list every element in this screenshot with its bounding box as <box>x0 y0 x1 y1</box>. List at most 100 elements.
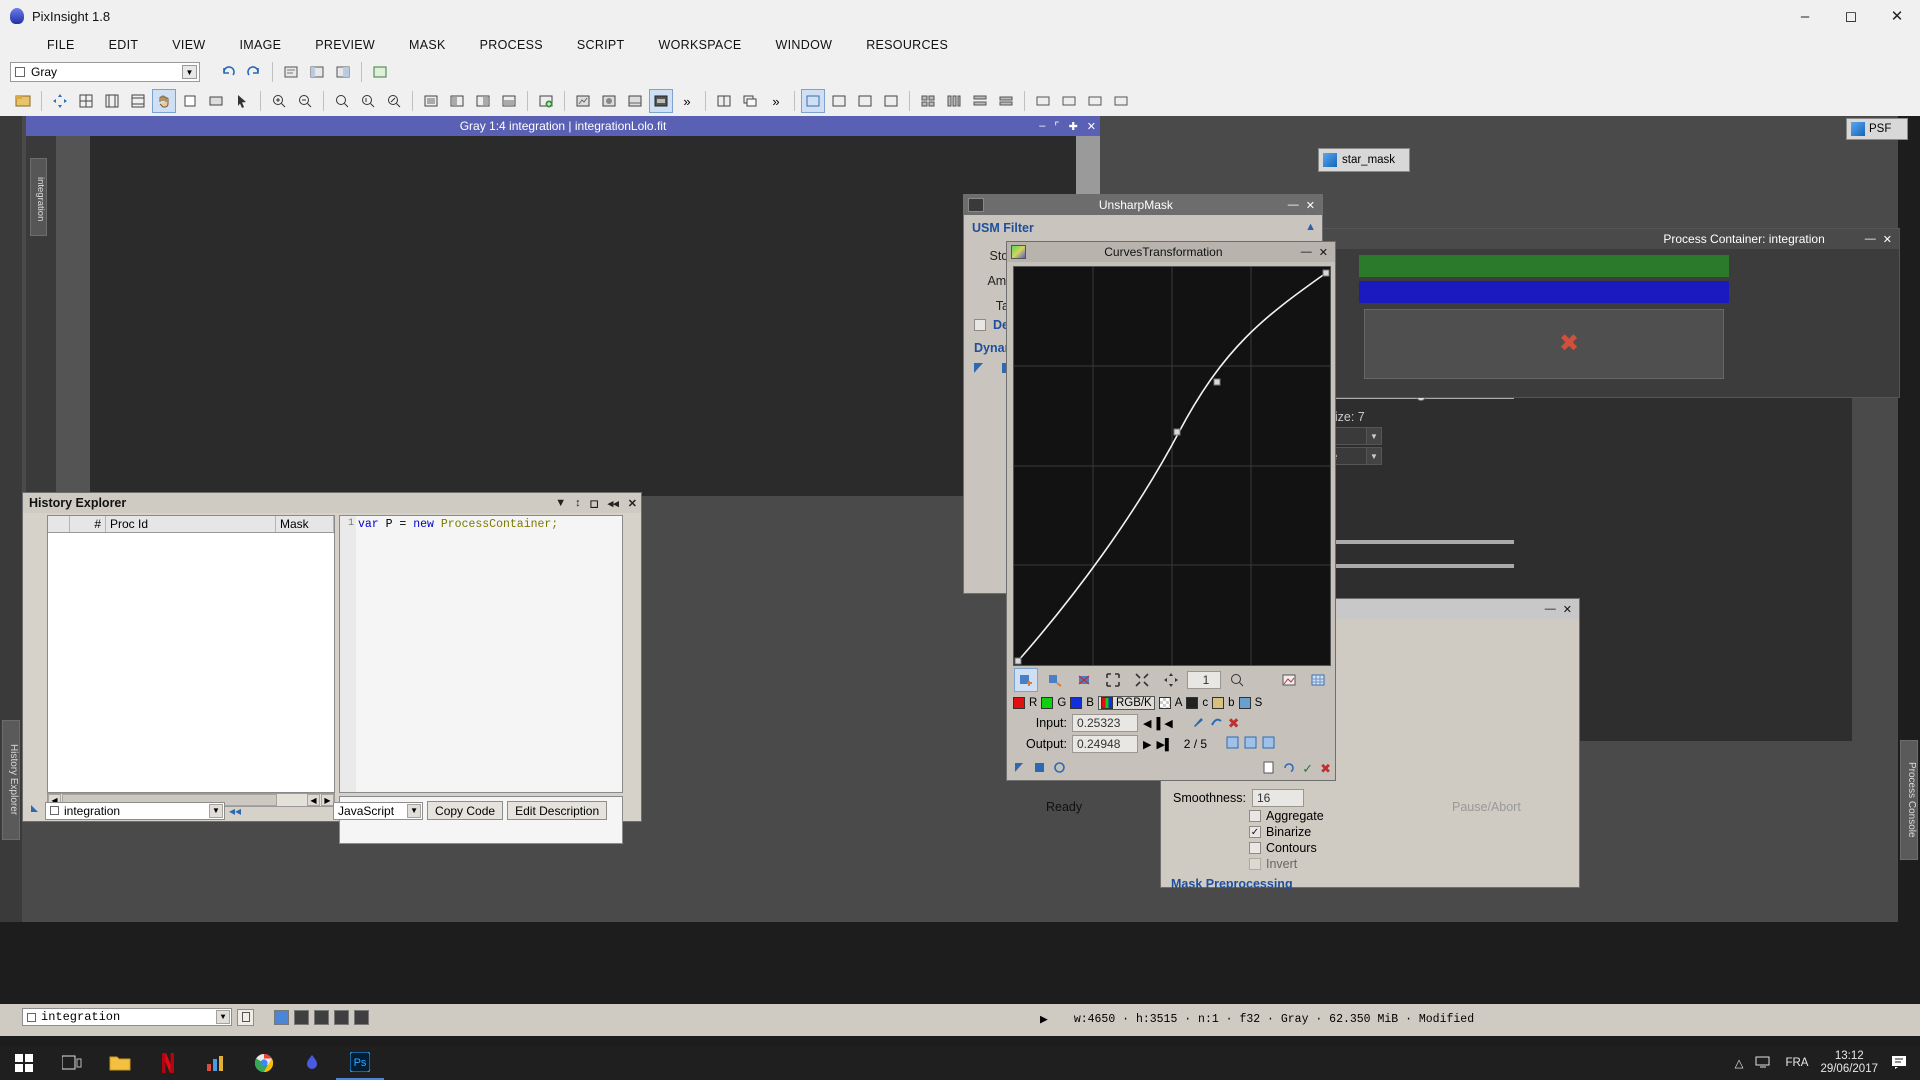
apply-triangle-icon[interactable] <box>972 361 986 378</box>
channel-ab-swatch[interactable] <box>1212 697 1225 709</box>
next-point-icon[interactable]: ▶ <box>1143 738 1151 751</box>
zoom-sel-icon[interactable] <box>382 89 406 113</box>
grid-toggle-icon[interactable] <box>1306 668 1330 692</box>
play-icon[interactable]: ▶ <box>1040 1012 1048 1027</box>
usm-float-icon[interactable]: — <box>1288 199 1299 211</box>
network-icon[interactable] <box>1755 1055 1773 1072</box>
curves-close-icon[interactable]: ✕ <box>1319 246 1328 259</box>
img-minimize-icon[interactable]: – <box>1039 120 1045 132</box>
menu-edit[interactable]: EDIT <box>92 32 156 58</box>
channel-r-swatch[interactable] <box>1013 697 1025 709</box>
mask-b-icon[interactable] <box>597 89 621 113</box>
grid-b-icon[interactable] <box>100 89 124 113</box>
zoom-1-1-icon[interactable] <box>356 89 380 113</box>
he-float-icon[interactable]: ↕ <box>575 497 581 510</box>
menu-mask[interactable]: MASK <box>392 32 463 58</box>
mask-float-icon[interactable]: — <box>1545 603 1556 615</box>
task-view-icon[interactable] <box>48 1046 96 1080</box>
menu-workspace[interactable]: WORKSPACE <box>642 32 759 58</box>
browse-doc-icon[interactable] <box>1262 761 1275 777</box>
overflow-1-icon[interactable]: » <box>675 89 699 113</box>
add-view-icon[interactable] <box>534 89 558 113</box>
menu-preview[interactable]: PREVIEW <box>298 32 392 58</box>
grid-view-icon[interactable] <box>916 89 940 113</box>
history-view-selector[interactable]: integration ▼ <box>45 801 225 820</box>
clear-curve-icon[interactable]: ✖ <box>1228 715 1240 732</box>
frame-d-icon[interactable] <box>497 89 521 113</box>
mask-c-icon[interactable] <box>623 89 647 113</box>
psf-tag[interactable]: PSF <box>1846 118 1908 140</box>
frame-c-icon[interactable] <box>471 89 495 113</box>
curves-output-field[interactable]: 0.24948 <box>1072 735 1138 753</box>
channel-g-swatch[interactable] <box>1041 697 1054 709</box>
overflow-2-icon[interactable]: » <box>764 89 788 113</box>
close-button[interactable]: ✕ <box>1874 0 1920 32</box>
frame-a-icon[interactable] <box>419 89 443 113</box>
start-icon[interactable] <box>0 1046 48 1080</box>
workspace-1-icon[interactable] <box>801 89 825 113</box>
refresh-icon[interactable] <box>368 60 392 84</box>
menu-script[interactable]: SCRIPT <box>560 32 642 58</box>
last-point-icon[interactable]: ▶▌ <box>1156 738 1172 751</box>
img-maximize-icon[interactable]: ✚ <box>1069 120 1078 133</box>
history-table[interactable]: # Proc Id Mask <box>47 515 335 793</box>
properties-icon[interactable] <box>331 60 355 84</box>
channel-s-swatch[interactable] <box>1238 697 1251 709</box>
swatch-2[interactable] <box>294 1009 309 1025</box>
star-mask-tag[interactable]: star_mask <box>1318 148 1410 172</box>
interp-c-icon[interactable] <box>1262 736 1275 752</box>
stats-icon[interactable] <box>192 1046 240 1080</box>
binarize-checkbox[interactable]: ✓ <box>1249 826 1261 838</box>
open-file-icon[interactable] <box>11 89 35 113</box>
contours-checkbox[interactable] <box>1249 842 1261 854</box>
pick-mode-b-icon[interactable] <box>1210 715 1223 731</box>
undo-icon[interactable] <box>216 60 240 84</box>
chevron-down-icon[interactable]: ▼ <box>182 65 197 79</box>
channel-rgbk-button[interactable]: RGB/K <box>1097 696 1155 710</box>
zoom-out-icon[interactable] <box>293 89 317 113</box>
curves-float-icon[interactable]: — <box>1301 246 1312 258</box>
ok-check-icon[interactable]: ✓ <box>1302 761 1313 777</box>
invert-checkbox[interactable] <box>1249 858 1261 870</box>
store-curve-icon[interactable] <box>1277 668 1301 692</box>
menu-resources[interactable]: RESOURCES <box>849 32 965 58</box>
menu-window[interactable]: WINDOW <box>759 32 850 58</box>
chevron-down-icon[interactable]: ▼ <box>407 803 422 818</box>
code-editor[interactable]: 1 var P = new ProcessContainer; <box>339 515 623 793</box>
swatch-4[interactable] <box>334 1009 349 1025</box>
close-x-icon[interactable]: ✖ <box>1559 329 1579 358</box>
file-explorer-icon[interactable] <box>96 1046 144 1080</box>
img-close-icon[interactable]: ✕ <box>1087 120 1096 133</box>
arrow-select-icon[interactable] <box>230 89 254 113</box>
language-indicator[interactable]: FRA <box>1785 1057 1808 1069</box>
pc-close-icon[interactable]: ✕ <box>1883 233 1892 246</box>
sidebar-tab-history-explorer[interactable]: History Explorer <box>2 720 20 840</box>
reset-icon[interactable] <box>1282 761 1295 777</box>
usm-collapse-icon[interactable]: ▲ <box>1305 221 1316 233</box>
grid-c-icon[interactable] <box>126 89 150 113</box>
swatch-1[interactable] <box>274 1009 289 1025</box>
curves-plot[interactable] <box>1013 266 1331 666</box>
smoothness-field[interactable]: 16 <box>1251 789 1304 807</box>
swatch-5[interactable] <box>354 1009 369 1025</box>
misc-b-icon[interactable] <box>1057 89 1081 113</box>
maximize-button[interactable]: ◻ <box>1828 0 1874 32</box>
chevron-down-icon[interactable]: ▼ <box>216 1010 230 1024</box>
add-point-icon[interactable] <box>1014 668 1038 692</box>
view-properties-icon[interactable] <box>237 1008 254 1026</box>
prev-point-icon[interactable]: ◀ <box>1143 717 1151 730</box>
prefilter-chevron-down-icon[interactable]: ▼ <box>1366 427 1382 445</box>
mask-d-icon[interactable] <box>649 89 673 113</box>
sidebar-tab-process-console[interactable]: Process Console <box>1900 740 1918 860</box>
contract-icon[interactable] <box>1130 668 1154 692</box>
menu-file[interactable]: FILE <box>30 32 92 58</box>
rows-icon[interactable] <box>968 89 992 113</box>
explorer-icon[interactable] <box>305 60 329 84</box>
collapse-left-icon[interactable]: ◂◂ <box>229 804 241 818</box>
realtime-preview-icon[interactable] <box>1053 761 1066 777</box>
language-selector[interactable]: JavaScript ▼ <box>333 801 424 820</box>
move-icon[interactable] <box>48 89 72 113</box>
stack-icon[interactable] <box>994 89 1018 113</box>
cancel-x-icon[interactable]: ✖ <box>1320 761 1331 777</box>
aggregate-checkbox[interactable] <box>1249 810 1261 822</box>
